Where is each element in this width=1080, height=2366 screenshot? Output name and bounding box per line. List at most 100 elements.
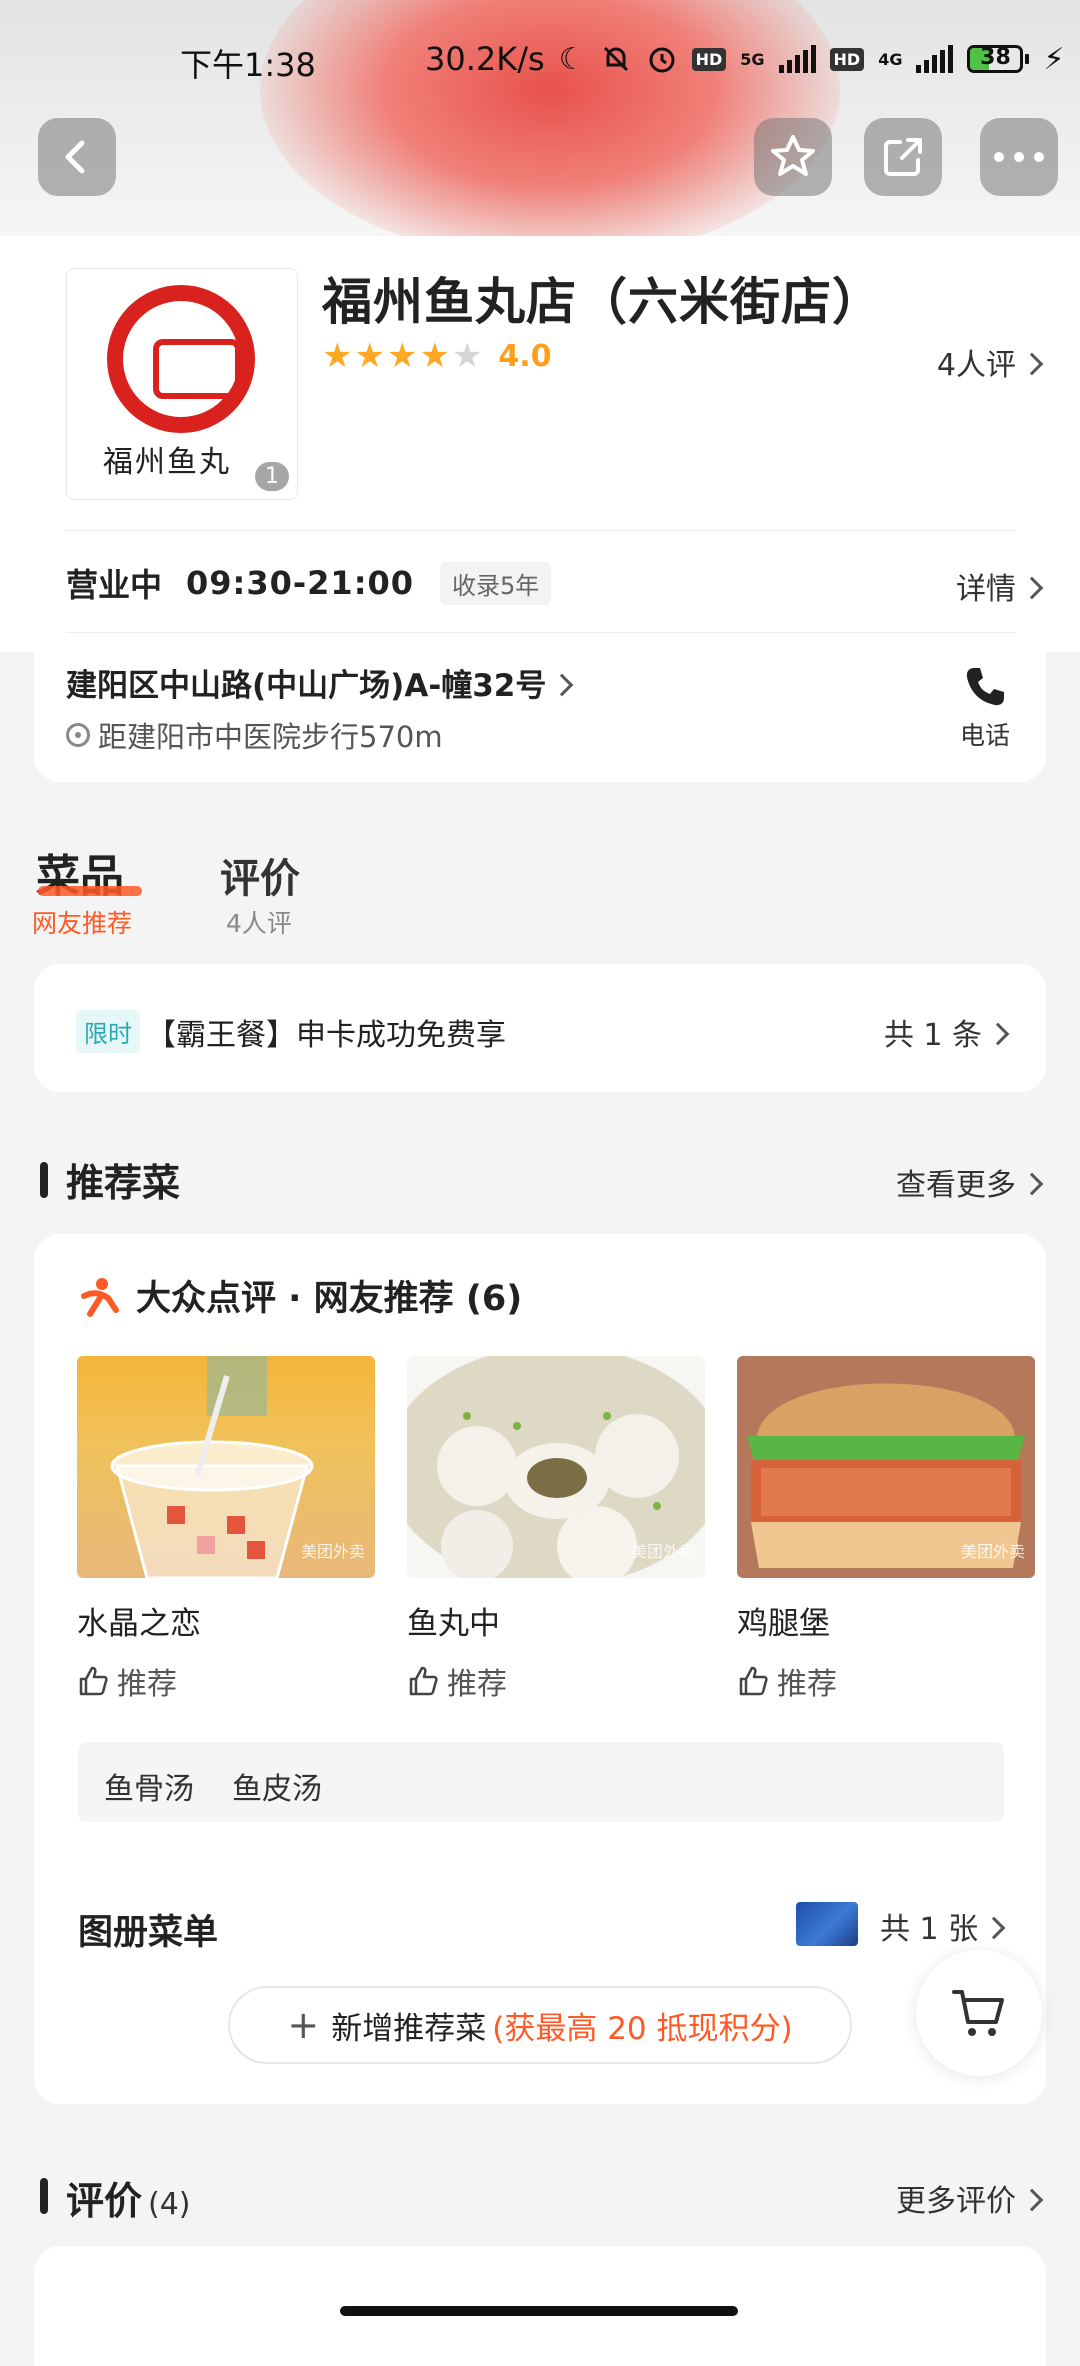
dish-recommend[interactable]: 推荐 [737, 1659, 1035, 1703]
charging-icon: ⚡ [1043, 41, 1065, 77]
net-speed: 30.2K/s [425, 40, 545, 78]
dish-card[interactable]: 美团外卖 鸡腿堡 推荐 [737, 1356, 1035, 1703]
phone-button[interactable]: 电话 [940, 664, 1030, 752]
dish-recommend-label: 推荐 [117, 1667, 177, 1702]
section-marker [40, 2178, 48, 2214]
details-label: 详情 [956, 572, 1016, 607]
rating-stars: ★ ★ ★ ★ ★ 4.0 [322, 336, 552, 376]
add-recommend-dish-button[interactable]: + 新增推荐菜 (获最高 20 抵现积分) [228, 1986, 852, 2064]
hours-text: 09:30-21:00 [186, 564, 415, 602]
business-hours: 营业中 09:30-21:00 收录5年 [66, 560, 552, 606]
dish-tags: 鱼骨汤 鱼皮汤 [78, 1742, 1004, 1822]
photo-count: 1 [255, 462, 289, 491]
thumbs-up-icon [739, 1666, 768, 1696]
divider [66, 530, 1016, 531]
album-thumbnail[interactable] [796, 1902, 858, 1946]
recommend-more-label: 查看更多 [896, 1168, 1016, 1203]
limited-badge: 限时 [76, 1010, 140, 1053]
tab-active-indicator [38, 886, 142, 896]
watermark: 美团外卖 [630, 1542, 695, 1561]
share-icon [884, 138, 922, 176]
chevron-right-icon [986, 1022, 1010, 1045]
share-button[interactable] [864, 118, 942, 196]
recommend-title: 推荐菜 [66, 1161, 181, 1205]
tab-dishes-sub: 网友推荐 [32, 909, 133, 938]
recommend-card-header: 大众点评 · 网友推荐 (6) [78, 1270, 522, 1321]
watermark: 美团外卖 [300, 1542, 365, 1561]
watermark: 美团外卖 [960, 1542, 1025, 1561]
star-icon: ★ [322, 336, 353, 376]
thumbs-up-icon [79, 1666, 108, 1696]
dish-card[interactable]: 美团外卖 鱼丸中 推荐 [407, 1356, 705, 1703]
promo-banner[interactable]: 限时 【霸王餐】申卡成功免费享 共 1 条 [34, 964, 1046, 1092]
home-indicator[interactable] [340, 2306, 738, 2316]
store-address[interactable]: 建阳区中山路(中山广场)A-幢32号 [66, 660, 574, 705]
back-button[interactable] [38, 118, 116, 196]
battery-level: 38 [980, 45, 1011, 70]
star-icon: ★ [386, 336, 418, 376]
chevron-right-icon [551, 673, 574, 696]
dish-name: 鱼丸中 [407, 1606, 500, 1642]
dish-tag[interactable]: 鱼皮汤 [232, 1764, 322, 1808]
cart-button[interactable] [916, 1950, 1042, 2076]
thumbs-up-icon [409, 1666, 438, 1696]
add-dish-bonus: (获最高 20 抵现积分) [492, 2010, 793, 2047]
favorite-button[interactable] [754, 118, 832, 196]
phone-label: 电话 [959, 721, 1010, 750]
chevron-right-icon [1020, 576, 1044, 599]
star-icon: ★ [354, 336, 385, 376]
details-link[interactable]: 详情 [956, 564, 1044, 608]
store-name: 福州鱼丸店（六米街店） [322, 273, 883, 331]
star-icon: ★ [419, 336, 450, 376]
dianping-logo-icon [81, 1277, 119, 1317]
more-reviews-link[interactable]: 更多评价 [896, 2176, 1044, 2220]
alarm-icon [649, 47, 675, 73]
promo-count-label: 共 1 条 [883, 1018, 982, 1053]
dish-photo: 美团外卖 [737, 1356, 1035, 1578]
add-dish-label: 新增推荐菜 [331, 2010, 487, 2047]
tab-reviews[interactable]: 评价 [220, 846, 300, 904]
dish-name: 水晶之恋 [77, 1606, 201, 1642]
chevron-right-icon [982, 1916, 1006, 1939]
album-menu-title: 图册菜单 [78, 1913, 219, 1953]
plus-icon: + [287, 2003, 320, 2047]
hd-icon-2: HD [829, 47, 865, 71]
star-outline-icon [771, 135, 815, 176]
tab-reviews-sub: 4人评 [226, 909, 292, 938]
shopping-cart-icon [952, 1990, 1004, 2036]
sim2-label: 4G [878, 49, 903, 69]
sim1-label: 5G [740, 49, 765, 69]
location-icon [66, 723, 90, 747]
signal-icon-2 [916, 45, 954, 73]
dish-recommend-label: 推荐 [447, 1667, 507, 1702]
review-count-link[interactable]: 4人评 [937, 340, 1044, 384]
star-empty-icon: ★ [451, 336, 483, 376]
store-distance: 距建阳市中医院步行570m [66, 714, 443, 756]
dish-photo: 美团外卖 [77, 1356, 375, 1578]
dish-recommend[interactable]: 推荐 [77, 1659, 375, 1703]
store-logo[interactable]: 福州鱼丸 1 [66, 268, 298, 500]
moon-icon: ☾ [558, 41, 586, 77]
more-button[interactable] [980, 118, 1058, 196]
hd-icon: HD [691, 47, 727, 71]
recommend-more-link[interactable]: 查看更多 [896, 1160, 1044, 1204]
recommend-card-title: 大众点评 · 网友推荐 (6) [136, 1279, 523, 1319]
reviews-count: (4) [148, 2187, 191, 2222]
dish-recommend-label: 推荐 [777, 1667, 837, 1702]
album-count-link[interactable]: 共 1 张 [880, 1904, 1006, 1948]
mute-bell-icon [603, 46, 628, 72]
chevron-right-icon [1020, 1172, 1044, 1195]
logo-text: 福州鱼丸 [103, 445, 231, 480]
battery-icon: 38 [967, 45, 1030, 73]
reviews-title-label: 评价 [66, 2179, 143, 2223]
dish-recommend[interactable]: 推荐 [407, 1659, 705, 1703]
more-dots-icon [994, 152, 1044, 162]
dish-card[interactable]: 美团外卖 水晶之恋 推荐 [77, 1356, 375, 1703]
distance-text: 距建阳市中医院步行570m [98, 720, 443, 754]
dish-name: 鸡腿堡 [737, 1606, 830, 1642]
dish-tag[interactable]: 鱼骨汤 [104, 1764, 194, 1808]
album-count-label: 共 1 张 [880, 1912, 979, 1947]
chevron-right-icon [1020, 352, 1044, 375]
back-arrow-icon [65, 140, 85, 174]
phone-icon [966, 668, 1004, 706]
